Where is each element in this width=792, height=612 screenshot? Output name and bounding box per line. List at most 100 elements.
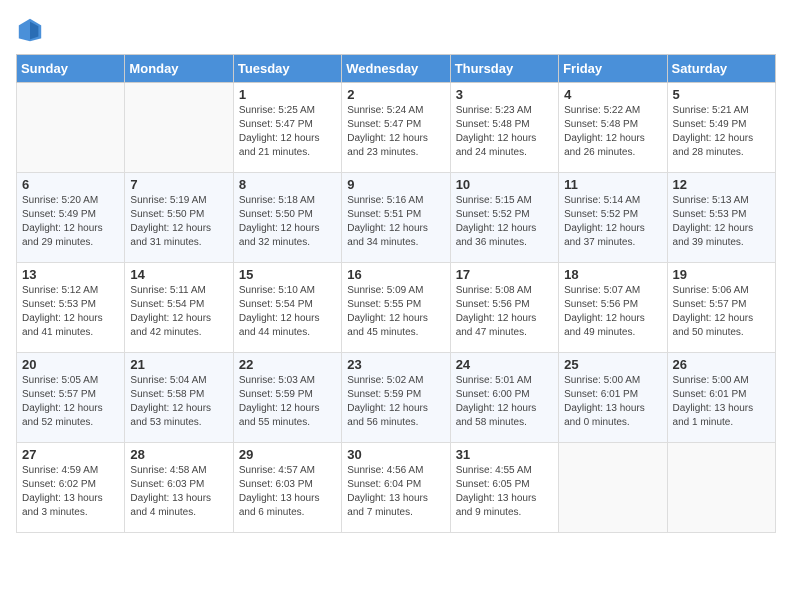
day-number: 15	[239, 267, 336, 282]
calendar-day-cell: 23 Sunrise: 5:02 AM Sunset: 5:59 PM Dayli…	[342, 353, 450, 443]
day-number: 26	[673, 357, 770, 372]
calendar-day-cell: 12 Sunrise: 5:13 AM Sunset: 5:53 PM Dayli…	[667, 173, 775, 263]
day-details: Sunrise: 5:22 AM Sunset: 5:48 PM Dayligh…	[564, 104, 661, 160]
calendar-day-cell: 3 Sunrise: 5:23 AM Sunset: 5:48 PM Daylig…	[450, 83, 558, 173]
calendar-day-cell: 1Sunrise: 5:25 AM Sunset: 5:47 PM Daylig…	[233, 83, 341, 173]
day-number: 29	[239, 447, 336, 462]
day-details: Sunrise: 5:10 AM Sunset: 5:54 PM Dayligh…	[239, 284, 336, 340]
calendar-week-row: 1Sunrise: 5:25 AM Sunset: 5:47 PM Daylig…	[17, 83, 776, 173]
calendar-day-cell	[559, 443, 667, 533]
day-details: Sunrise: 5:03 AM Sunset: 5:59 PM Dayligh…	[239, 374, 336, 430]
day-number: 12	[673, 177, 770, 192]
day-details: Sunrise: 5:18 AM Sunset: 5:50 PM Dayligh…	[239, 194, 336, 250]
day-of-week-header: Friday	[559, 55, 667, 83]
day-details: Sunrise: 5:15 AM Sunset: 5:52 PM Dayligh…	[456, 194, 553, 250]
calendar-day-cell: 18 Sunrise: 5:07 AM Sunset: 5:56 PM Dayli…	[559, 263, 667, 353]
calendar-day-cell: 28 Sunrise: 4:58 AM Sunset: 6:03 PM Dayli…	[125, 443, 233, 533]
calendar-day-cell: 6 Sunrise: 5:20 AM Sunset: 5:49 PM Daylig…	[17, 173, 125, 263]
day-details: Sunrise: 5:13 AM Sunset: 5:53 PM Dayligh…	[673, 194, 770, 250]
day-details: Sunrise: 5:09 AM Sunset: 5:55 PM Dayligh…	[347, 284, 444, 340]
calendar-day-cell	[125, 83, 233, 173]
day-number: 2	[347, 87, 444, 102]
day-number: 17	[456, 267, 553, 282]
day-details: Sunrise: 5:08 AM Sunset: 5:56 PM Dayligh…	[456, 284, 553, 340]
day-number: 10	[456, 177, 553, 192]
day-number: 6	[22, 177, 119, 192]
logo	[16, 16, 48, 44]
day-number: 25	[564, 357, 661, 372]
calendar-day-cell: 25Sunrise: 5:00 AM Sunset: 6:01 PM Dayli…	[559, 353, 667, 443]
calendar-week-row: 13 Sunrise: 5:12 AM Sunset: 5:53 PM Dayli…	[17, 263, 776, 353]
day-number: 27	[22, 447, 119, 462]
day-number: 13	[22, 267, 119, 282]
calendar-day-cell: 16 Sunrise: 5:09 AM Sunset: 5:55 PM Dayli…	[342, 263, 450, 353]
day-details: Sunrise: 5:06 AM Sunset: 5:57 PM Dayligh…	[673, 284, 770, 340]
day-number: 16	[347, 267, 444, 282]
day-details: Sunrise: 5:20 AM Sunset: 5:49 PM Dayligh…	[22, 194, 119, 250]
day-of-week-header: Thursday	[450, 55, 558, 83]
day-details: Sunrise: 5:12 AM Sunset: 5:53 PM Dayligh…	[22, 284, 119, 340]
day-number: 3	[456, 87, 553, 102]
calendar-table: SundayMondayTuesdayWednesdayThursdayFrid…	[16, 54, 776, 533]
day-details: Sunrise: 5:04 AM Sunset: 5:58 PM Dayligh…	[130, 374, 227, 430]
day-number: 31	[456, 447, 553, 462]
calendar-day-cell: 5 Sunrise: 5:21 AM Sunset: 5:49 PM Daylig…	[667, 83, 775, 173]
day-details: Sunrise: 5:24 AM Sunset: 5:47 PM Dayligh…	[347, 104, 444, 160]
calendar-week-row: 27 Sunrise: 4:59 AM Sunset: 6:02 PM Dayli…	[17, 443, 776, 533]
calendar-day-cell: 14Sunrise: 5:11 AM Sunset: 5:54 PM Dayli…	[125, 263, 233, 353]
day-number: 30	[347, 447, 444, 462]
day-details: Sunrise: 4:56 AM Sunset: 6:04 PM Dayligh…	[347, 464, 444, 520]
day-number: 24	[456, 357, 553, 372]
calendar-header-row: SundayMondayTuesdayWednesdayThursdayFrid…	[17, 55, 776, 83]
calendar-day-cell	[667, 443, 775, 533]
calendar-day-cell: 15 Sunrise: 5:10 AM Sunset: 5:54 PM Dayli…	[233, 263, 341, 353]
day-number: 18	[564, 267, 661, 282]
day-details: Sunrise: 5:23 AM Sunset: 5:48 PM Dayligh…	[456, 104, 553, 160]
day-number: 21	[130, 357, 227, 372]
day-of-week-header: Wednesday	[342, 55, 450, 83]
day-of-week-header: Tuesday	[233, 55, 341, 83]
day-details: Sunrise: 5:16 AM Sunset: 5:51 PM Dayligh…	[347, 194, 444, 250]
day-number: 5	[673, 87, 770, 102]
day-details: Sunrise: 5:02 AM Sunset: 5:59 PM Dayligh…	[347, 374, 444, 430]
day-of-week-header: Saturday	[667, 55, 775, 83]
day-details: Sunrise: 5:07 AM Sunset: 5:56 PM Dayligh…	[564, 284, 661, 340]
day-details: Sunrise: 5:01 AM Sunset: 6:00 PM Dayligh…	[456, 374, 553, 430]
day-number: 28	[130, 447, 227, 462]
calendar-day-cell: 2 Sunrise: 5:24 AM Sunset: 5:47 PM Daylig…	[342, 83, 450, 173]
day-number: 23	[347, 357, 444, 372]
day-details: Sunrise: 5:21 AM Sunset: 5:49 PM Dayligh…	[673, 104, 770, 160]
day-details: Sunrise: 5:05 AM Sunset: 5:57 PM Dayligh…	[22, 374, 119, 430]
day-details: Sunrise: 5:19 AM Sunset: 5:50 PM Dayligh…	[130, 194, 227, 250]
day-details: Sunrise: 4:58 AM Sunset: 6:03 PM Dayligh…	[130, 464, 227, 520]
calendar-week-row: 6 Sunrise: 5:20 AM Sunset: 5:49 PM Daylig…	[17, 173, 776, 263]
day-of-week-header: Sunday	[17, 55, 125, 83]
calendar-week-row: 20 Sunrise: 5:05 AM Sunset: 5:57 PM Dayli…	[17, 353, 776, 443]
page-header	[16, 16, 776, 44]
day-details: Sunrise: 5:00 AM Sunset: 6:01 PM Dayligh…	[673, 374, 770, 430]
calendar-day-cell: 9 Sunrise: 5:16 AM Sunset: 5:51 PM Daylig…	[342, 173, 450, 263]
calendar-day-cell: 19 Sunrise: 5:06 AM Sunset: 5:57 PM Dayli…	[667, 263, 775, 353]
day-of-week-header: Monday	[125, 55, 233, 83]
day-number: 20	[22, 357, 119, 372]
day-number: 19	[673, 267, 770, 282]
calendar-day-cell: 31 Sunrise: 4:55 AM Sunset: 6:05 PM Dayli…	[450, 443, 558, 533]
day-number: 11	[564, 177, 661, 192]
calendar-day-cell: 20 Sunrise: 5:05 AM Sunset: 5:57 PM Dayli…	[17, 353, 125, 443]
calendar-day-cell: 11 Sunrise: 5:14 AM Sunset: 5:52 PM Dayli…	[559, 173, 667, 263]
calendar-day-cell: 21 Sunrise: 5:04 AM Sunset: 5:58 PM Dayli…	[125, 353, 233, 443]
day-details: Sunrise: 5:14 AM Sunset: 5:52 PM Dayligh…	[564, 194, 661, 250]
day-number: 14	[130, 267, 227, 282]
day-details: Sunrise: 4:59 AM Sunset: 6:02 PM Dayligh…	[22, 464, 119, 520]
day-details: Sunrise: 4:57 AM Sunset: 6:03 PM Dayligh…	[239, 464, 336, 520]
calendar-day-cell	[17, 83, 125, 173]
calendar-day-cell: 24 Sunrise: 5:01 AM Sunset: 6:00 PM Dayli…	[450, 353, 558, 443]
calendar-day-cell: 10 Sunrise: 5:15 AM Sunset: 5:52 PM Dayli…	[450, 173, 558, 263]
day-details: Sunrise: 5:25 AM Sunset: 5:47 PM Dayligh…	[239, 104, 336, 160]
day-details: Sunrise: 4:55 AM Sunset: 6:05 PM Dayligh…	[456, 464, 553, 520]
calendar-day-cell: 22Sunrise: 5:03 AM Sunset: 5:59 PM Dayli…	[233, 353, 341, 443]
calendar-day-cell: 17 Sunrise: 5:08 AM Sunset: 5:56 PM Dayli…	[450, 263, 558, 353]
calendar-day-cell: 26 Sunrise: 5:00 AM Sunset: 6:01 PM Dayli…	[667, 353, 775, 443]
day-number: 9	[347, 177, 444, 192]
day-number: 8	[239, 177, 336, 192]
